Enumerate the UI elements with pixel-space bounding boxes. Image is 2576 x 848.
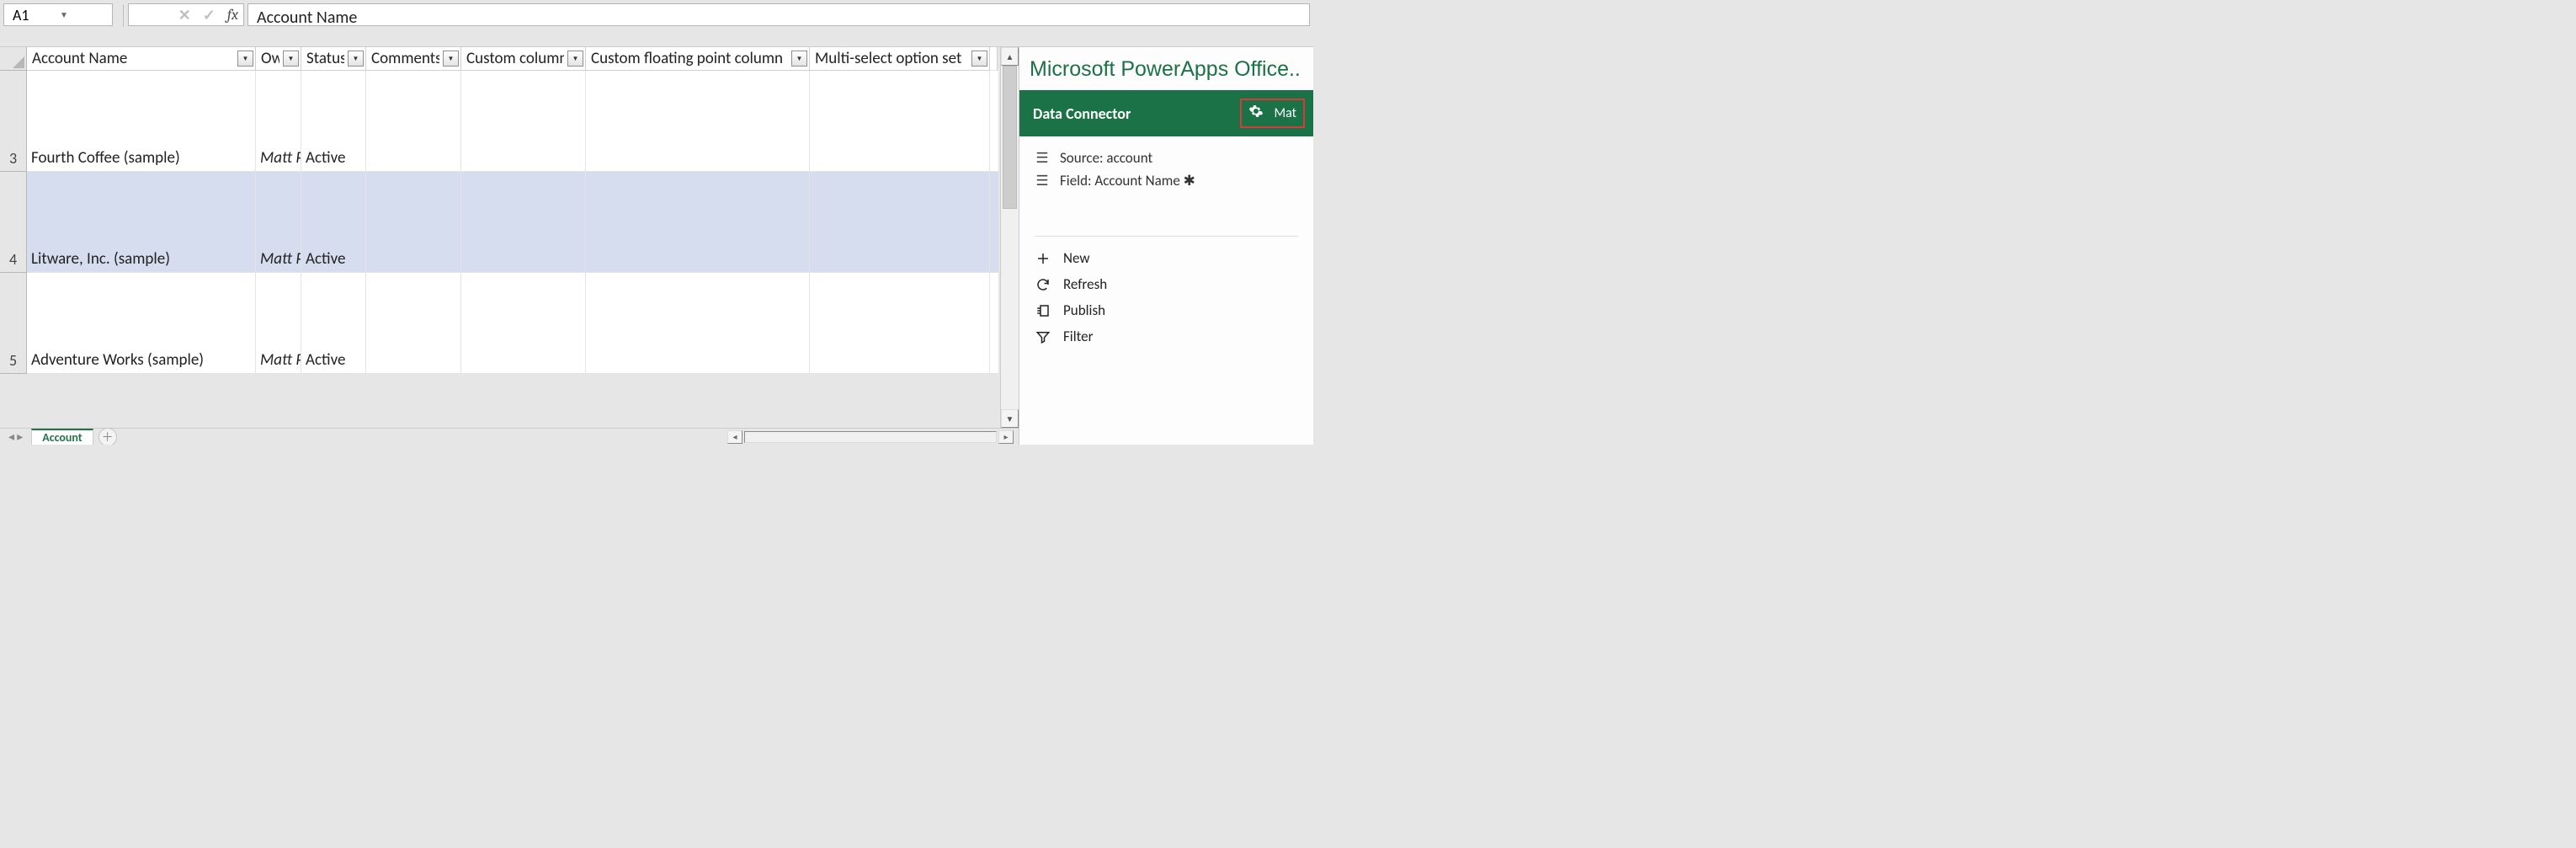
name-box[interactable]: A1 ▼: [3, 3, 113, 26]
panel-header: Data Connector Mat: [1019, 90, 1313, 136]
cell: [990, 273, 999, 374]
publish-icon: [1035, 303, 1051, 318]
column-label: Multi-select option set: [815, 49, 968, 68]
scroll-up-button[interactable]: ▲: [1001, 47, 1019, 66]
hscroll-track[interactable]: [744, 431, 997, 443]
horizontal-scrollbar[interactable]: ◂ ▸: [727, 430, 1019, 444]
cell[interactable]: [366, 273, 461, 374]
cell: [990, 71, 999, 172]
filter-button[interactable]: ▼: [971, 51, 987, 67]
info-source: ☰ Source: account: [1035, 147, 1298, 169]
new-button[interactable]: New: [1035, 245, 1298, 271]
cell[interactable]: [586, 71, 810, 172]
chevron-down-icon[interactable]: ▼: [60, 9, 107, 20]
cell[interactable]: Litware, Inc. (sample): [27, 172, 256, 273]
panel-title: Microsoft PowerApps Office..: [1019, 56, 1313, 90]
filter-icon: [1035, 329, 1051, 344]
scroll-right-button[interactable]: ▸: [998, 430, 1014, 444]
gear-icon[interactable]: [1248, 104, 1264, 123]
cell[interactable]: [366, 71, 461, 172]
cell[interactable]: [366, 172, 461, 273]
filter-button[interactable]: ▼: [567, 51, 583, 67]
publish-button[interactable]: Publish: [1035, 297, 1298, 323]
cell[interactable]: Matt P: [256, 71, 301, 172]
column-header[interactable]: Multi-select option set ▼: [810, 47, 990, 71]
cell[interactable]: [810, 273, 990, 374]
cell[interactable]: Matt P: [256, 172, 301, 273]
vertical-scrollbar[interactable]: ▲ ▼: [1000, 47, 1019, 428]
column-label: Custom column: [466, 49, 564, 68]
column-label: Account Name: [32, 49, 234, 68]
data-grid[interactable]: Account Name ▼ Ow ▼ Status ▼ Comments: [0, 47, 1000, 374]
scroll-thumb[interactable]: [1003, 66, 1017, 209]
cell[interactable]: [586, 273, 810, 374]
sheet-tabs: ◂ ▸ Account ＋ ◂ ▸: [0, 428, 1019, 445]
settings-highlight: Mat: [1240, 99, 1305, 128]
confirm-icon[interactable]: ✓: [203, 6, 216, 24]
action-list: New Refresh Publish: [1019, 242, 1313, 353]
row-header[interactable]: 4: [0, 172, 27, 273]
formula-value: Account Name: [257, 8, 357, 28]
column-label: Status: [306, 49, 344, 68]
formula-input[interactable]: Account Name: [247, 3, 1310, 26]
select-all-corner[interactable]: [0, 47, 27, 71]
sheet-tab-active[interactable]: Account: [31, 429, 93, 445]
cell[interactable]: Active: [301, 273, 366, 374]
divider: [1035, 236, 1298, 237]
cell[interactable]: [586, 172, 810, 273]
scroll-track[interactable]: [1001, 66, 1019, 409]
fx-icon[interactable]: fx: [227, 6, 238, 24]
column-header: [990, 47, 998, 71]
formula-bar: A1 ▼ ✕ ✓ fx Account Name: [0, 0, 1313, 47]
cell: [990, 172, 999, 273]
add-sheet-button[interactable]: ＋: [98, 428, 117, 445]
filter-button[interactable]: ▼: [283, 51, 299, 67]
cell[interactable]: Active: [301, 71, 366, 172]
filter-button[interactable]: ▼: [791, 51, 807, 67]
filter-button[interactable]: ▼: [237, 51, 253, 67]
separator: [117, 5, 124, 26]
plus-icon: [1035, 251, 1051, 266]
filter-button[interactable]: ▼: [443, 51, 459, 67]
row-header[interactable]: 5: [0, 273, 27, 374]
filter-button[interactable]: ▼: [348, 51, 364, 67]
column-header[interactable]: Custom column ▼: [461, 47, 586, 71]
column-label: Custom floating point column: [591, 49, 788, 68]
list-icon: ☰: [1035, 172, 1050, 189]
side-panel: Microsoft PowerApps Office.. Data Connec…: [1019, 47, 1313, 445]
column-header[interactable]: Account Name ▼: [27, 47, 256, 71]
column-header[interactable]: Ow ▼: [256, 47, 301, 71]
cell[interactable]: [810, 71, 990, 172]
cell[interactable]: Matt P: [256, 273, 301, 374]
formula-controls: ✕ ✓ fx: [128, 3, 244, 26]
refresh-icon: [1035, 277, 1051, 292]
column-header[interactable]: Status ▼: [301, 47, 366, 71]
panel-header-title: Data Connector: [1033, 104, 1240, 123]
cell[interactable]: [461, 71, 586, 172]
cell[interactable]: [461, 172, 586, 273]
column-label: Ow: [261, 49, 279, 68]
cell[interactable]: Active: [301, 172, 366, 273]
row-header[interactable]: 3: [0, 71, 27, 172]
column-header[interactable]: Custom floating point column ▼: [586, 47, 810, 71]
scroll-left-button[interactable]: ◂: [727, 430, 742, 444]
cell[interactable]: [461, 273, 586, 374]
refresh-button[interactable]: Refresh: [1035, 271, 1298, 297]
cell[interactable]: Adventure Works (sample): [27, 273, 256, 374]
column-label: Comments: [371, 49, 439, 68]
column-header[interactable]: Comments ▼: [366, 47, 461, 71]
scroll-down-button[interactable]: ▼: [1001, 409, 1019, 428]
panel-body: ☰ Source: account ☰ Field: Account Name …: [1019, 136, 1313, 202]
list-icon: ☰: [1035, 149, 1050, 167]
cell[interactable]: Fourth Coffee (sample): [27, 71, 256, 172]
cell[interactable]: [810, 172, 990, 273]
filter-button[interactable]: Filter: [1035, 323, 1298, 349]
user-label: Mat: [1274, 105, 1296, 121]
cell-reference: A1: [13, 6, 60, 24]
info-field: ☰ Field: Account Name ✱: [1035, 169, 1298, 192]
cancel-icon[interactable]: ✕: [178, 6, 191, 24]
spreadsheet: Account Name ▼ Ow ▼ Status ▼ Comments: [0, 47, 1019, 445]
sheet-nav[interactable]: ◂ ▸: [0, 429, 31, 444]
